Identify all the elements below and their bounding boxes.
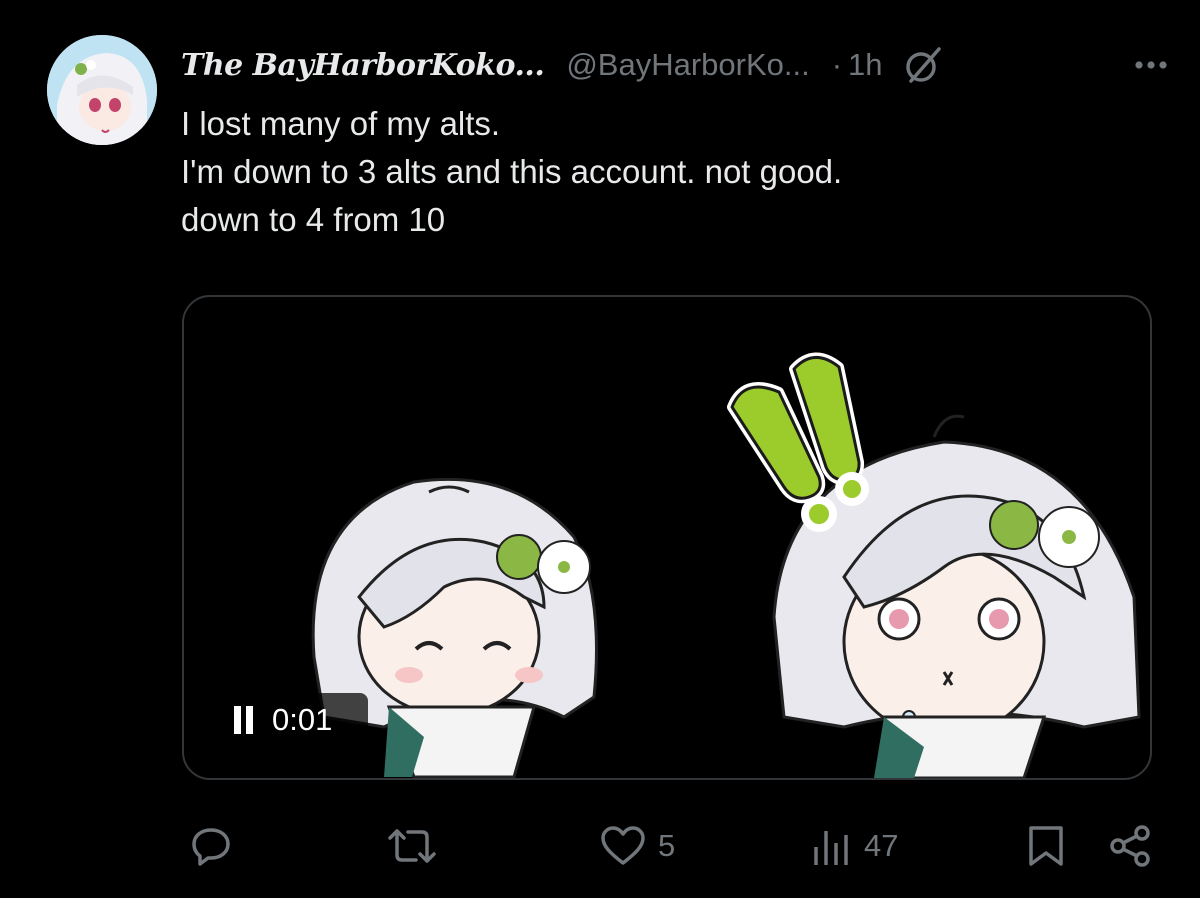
share-icon — [1110, 825, 1150, 867]
video-time: 0:01 — [272, 702, 333, 737]
repost-icon — [388, 829, 436, 863]
views-icon — [814, 831, 848, 865]
display-name[interactable]: The BayHarborKoko... — [181, 48, 545, 83]
post-text-line: I lost many of my alts. — [181, 105, 501, 142]
share-button[interactable] — [1108, 818, 1152, 874]
like-button[interactable]: 5 — [600, 818, 675, 874]
more-icon[interactable] — [1131, 50, 1171, 80]
pause-icon[interactable] — [232, 706, 256, 734]
avatar[interactable] — [47, 35, 157, 145]
action-bar: 5 47 — [180, 818, 1160, 874]
separator-dot: · — [831, 47, 843, 82]
post-text: I lost many of my alts. I'm down to 3 al… — [181, 100, 1141, 244]
video-timer[interactable]: 0:01 — [216, 693, 368, 747]
like-count: 5 — [658, 828, 676, 863]
repost-button[interactable] — [388, 818, 436, 874]
post-text-line: I'm down to 3 alts and this account. not… — [181, 153, 843, 190]
exclamation-marks — [727, 352, 869, 532]
heart-icon — [601, 826, 645, 865]
grok-icon[interactable] — [903, 45, 943, 85]
views-count: 47 — [864, 828, 899, 863]
reply-button[interactable] — [190, 818, 232, 874]
views-button[interactable]: 47 — [812, 818, 898, 874]
post-time[interactable]: 1h — [848, 47, 882, 83]
avatar-image — [47, 35, 157, 145]
post-text-line: down to 4 from 10 — [181, 201, 446, 238]
bookmark-button[interactable] — [1028, 818, 1064, 874]
user-handle[interactable]: @BayHarborKo... — [566, 47, 809, 83]
post-header: The BayHarborKoko... @BayHarborKo... · 1… — [181, 40, 1171, 90]
reply-icon — [192, 828, 230, 866]
bookmark-icon — [1029, 826, 1063, 866]
